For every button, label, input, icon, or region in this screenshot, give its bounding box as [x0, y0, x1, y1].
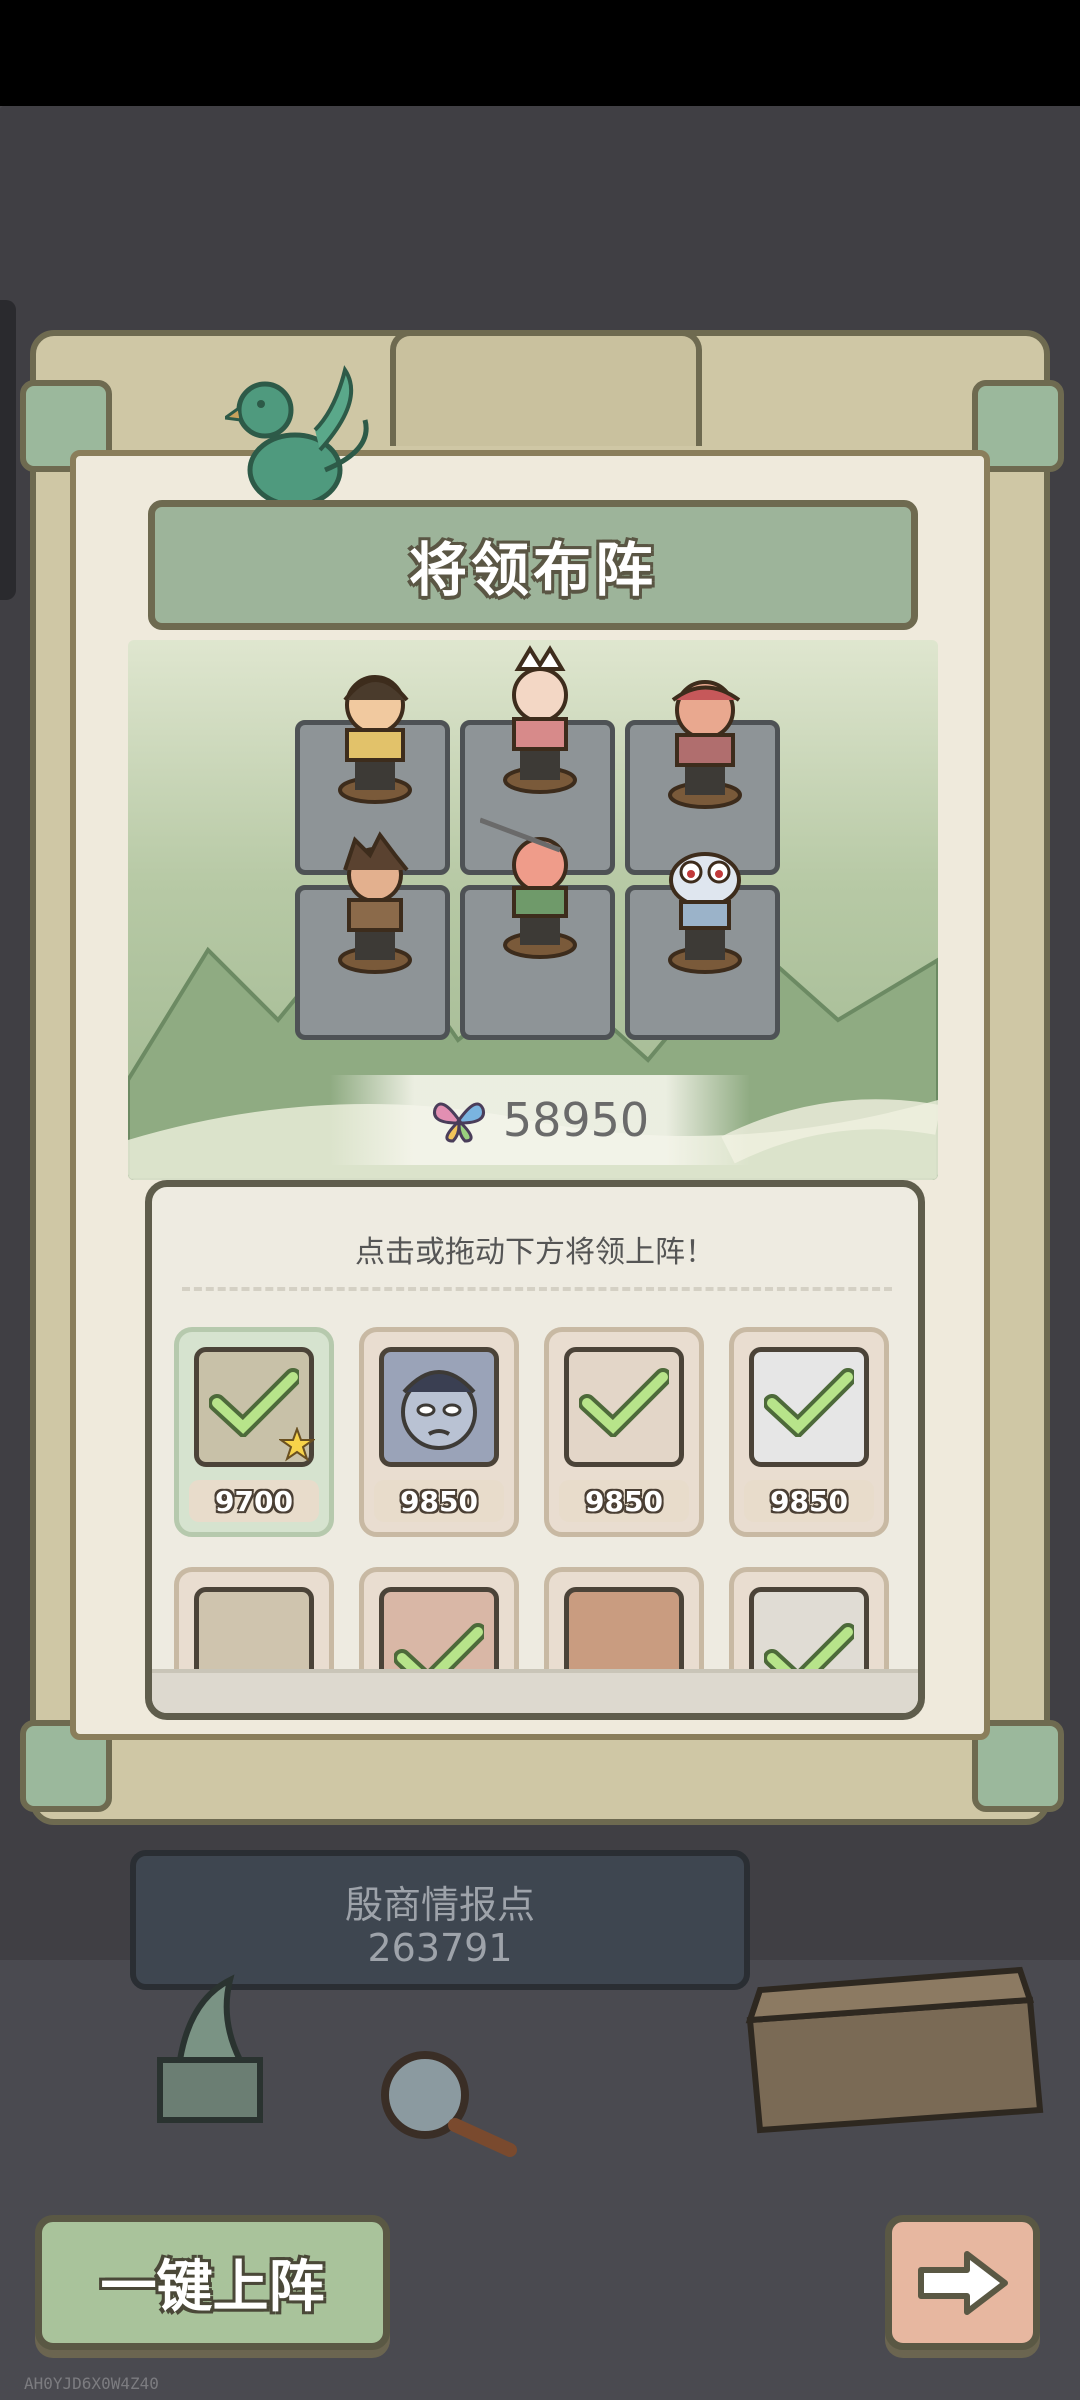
hero-power: 9850	[374, 1480, 504, 1522]
arrow-right-icon	[917, 2250, 1008, 2315]
jade-bird-icon	[225, 365, 369, 508]
hero-power: 9850	[744, 1480, 874, 1522]
treasure-box-icon	[745, 1966, 1044, 2134]
team-power-value: 58950	[502, 1093, 650, 1147]
side-handle[interactable]	[0, 300, 16, 600]
watermark: AH0YJD6X0W4Z40	[24, 2374, 159, 2393]
intel-label: 殷商情报点	[344, 1883, 535, 1927]
panel-hint: 点击或拖动下方将领上阵！	[355, 1235, 715, 1270]
hero-figure[interactable]	[315, 830, 435, 980]
hero-card[interactable]: 9850	[729, 1327, 889, 1537]
star-icon	[279, 1427, 315, 1462]
hero-card[interactable]: 9850	[359, 1327, 519, 1537]
hero-figure[interactable]	[645, 665, 765, 815]
panel-bottom-rail	[152, 1669, 918, 1713]
page-title: 将领布阵	[408, 536, 657, 604]
status-bar	[0, 0, 1080, 106]
hero-portrait	[379, 1347, 499, 1467]
check-icon	[579, 1368, 669, 1437]
bird-statue-icon	[157, 1974, 263, 2123]
divider	[182, 1287, 892, 1295]
title-banner: 将领布阵	[148, 500, 918, 630]
magnifier-icon	[381, 2051, 517, 2157]
hero-figure[interactable]	[480, 645, 600, 795]
hero-figure[interactable]	[645, 830, 765, 980]
hero-figure[interactable]	[315, 660, 435, 810]
hero-power: 9700	[189, 1480, 319, 1522]
team-power-bar: 58950	[330, 1075, 750, 1165]
frame-top-ornament	[390, 330, 702, 446]
hero-figure[interactable]	[480, 810, 600, 960]
one-key-deploy-button[interactable]: 一键上阵	[35, 2215, 390, 2350]
one-key-deploy-label: 一键上阵	[100, 2255, 325, 2320]
hero-card[interactable]: 9850	[544, 1327, 704, 1537]
next-button[interactable]	[885, 2215, 1040, 2350]
butterfly-icon	[432, 1102, 485, 1143]
hero-selection-panel: 点击或拖动下方将领上阵！ 9700 9850 9850 9850	[145, 1180, 925, 1720]
hero-face-icon	[401, 1370, 477, 1450]
hero-power: 9850	[559, 1480, 689, 1522]
check-icon	[764, 1368, 854, 1437]
hero-card[interactable]: 9700	[174, 1327, 334, 1537]
